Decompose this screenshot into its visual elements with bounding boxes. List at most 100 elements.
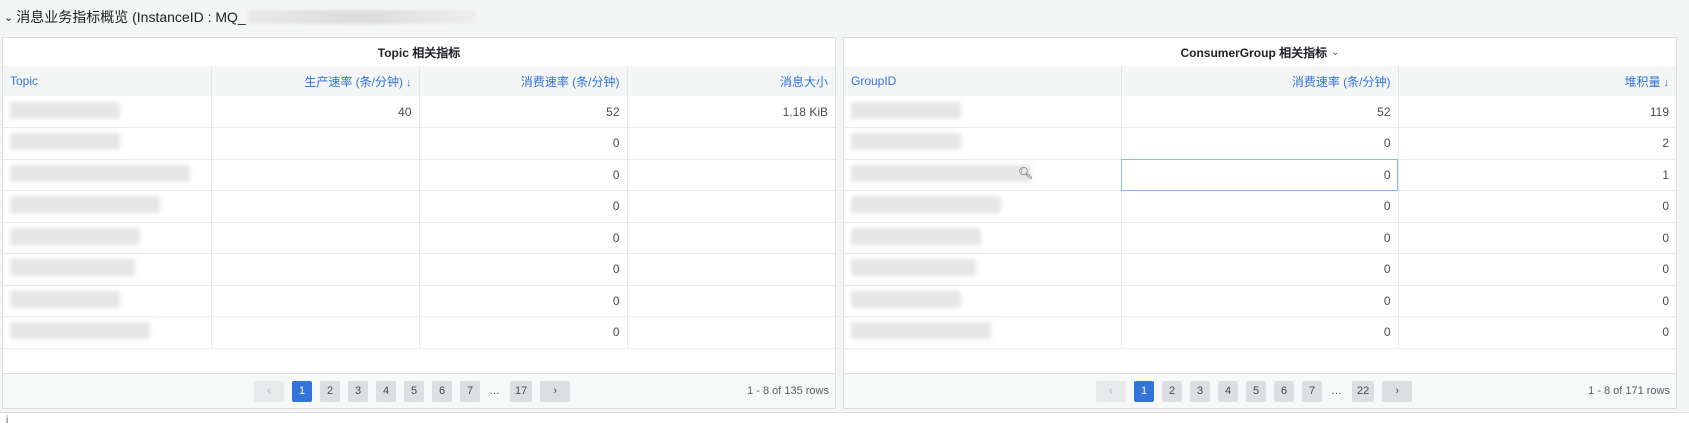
- table-row[interactable]: 0: [3, 253, 835, 286]
- redacted-name: [851, 322, 991, 340]
- table-row[interactable]: 52 119: [844, 96, 1676, 128]
- page-button[interactable]: 3: [1190, 380, 1210, 402]
- column-header-consume-rate[interactable]: 消费速率 (条/分钟): [1121, 66, 1399, 96]
- topic-panel-title[interactable]: Topic 相关指标: [378, 44, 460, 61]
- pagination: ‹ 1 2 3 4 5 6 7 … 22 › 1 - 8 of 171 rows: [844, 373, 1676, 408]
- row-title-text: 消息业务指标概览 (InstanceID : MQ_: [16, 9, 246, 25]
- page-button[interactable]: 2: [320, 380, 340, 402]
- page-button[interactable]: 4: [376, 380, 396, 402]
- page-button[interactable]: 7: [1302, 380, 1322, 402]
- table-row[interactable]: 00: [844, 253, 1676, 285]
- table-cell: 0: [1121, 285, 1399, 317]
- table-row[interactable]: 0: [3, 159, 835, 191]
- table-cell: [627, 159, 835, 191]
- panel-title[interactable]: Topic 相关指标: [3, 38, 835, 66]
- row-header[interactable]: ⌄ 消息业务指标概览 (InstanceID : MQ_: [0, 0, 1689, 34]
- topic-metrics-panel: Topic 相关指标 Topic 生产速率 (条/分钟) ↓ 消费速率 (条/分钟…: [2, 37, 836, 409]
- table-row[interactable]: 0: [3, 285, 835, 317]
- page-button[interactable]: 1: [292, 380, 312, 402]
- page-button[interactable]: 6: [432, 380, 452, 402]
- table-row[interactable]: 0: [3, 127, 835, 160]
- table-row[interactable]: 40 52 1.18 KiB: [3, 96, 835, 128]
- table-cell: 0: [1662, 199, 1669, 214]
- redacted-name: [851, 227, 981, 245]
- column-header-topic[interactable]: Topic: [3, 66, 212, 96]
- page-button[interactable]: 5: [404, 380, 424, 402]
- table-row[interactable]: 00: [844, 190, 1676, 222]
- column-header-message-size[interactable]: 消息大小: [627, 66, 835, 96]
- page-button[interactable]: 3: [348, 380, 368, 402]
- column-header-produce-rate[interactable]: 生产速率 (条/分钟) ↓: [211, 66, 420, 96]
- table-cell: [211, 222, 420, 254]
- cell-name-redacted: [3, 127, 212, 159]
- table-row[interactable]: 0: [3, 190, 835, 223]
- table-row[interactable]: 02: [844, 127, 1676, 159]
- redacted-name: [851, 133, 961, 151]
- consumer-group-metrics-panel: ConsumerGroup 相关指标 ⌄ GroupID 消费速率 (条/分钟)…: [843, 37, 1677, 409]
- page-button[interactable]: 7: [460, 380, 480, 402]
- redacted-name: [10, 101, 120, 119]
- prev-page-button[interactable]: ‹: [1096, 380, 1126, 402]
- table-cell: [627, 254, 835, 286]
- next-panel: i: [0, 412, 1689, 432]
- chevron-down-icon[interactable]: ⌄: [4, 11, 13, 24]
- chevron-down-icon[interactable]: ⌄: [1331, 47, 1339, 58]
- table-row[interactable]: 0: [3, 222, 835, 254]
- table-header-row: Topic 生产速率 (条/分钟) ↓ 消费速率 (条/分钟) 消息大小: [3, 66, 835, 96]
- redacted-name: [851, 290, 961, 308]
- page-button[interactable]: 17: [510, 380, 533, 402]
- page-button[interactable]: 2: [1162, 380, 1182, 402]
- page-button[interactable]: 6: [1274, 380, 1294, 402]
- redacted-name: [10, 322, 150, 340]
- cell-name-redacted: [844, 127, 1122, 159]
- redacted-name: [851, 196, 1001, 214]
- table-cell: 0: [419, 316, 628, 348]
- cell-name-redacted: [3, 316, 212, 348]
- redacted-name: [10, 227, 140, 245]
- table-row[interactable]: 00: [844, 222, 1676, 254]
- pagination: ‹ 1 2 3 4 5 6 7 … 17 › 1 - 8 of 135 rows: [3, 373, 835, 408]
- sort-down-arrow-icon: ↓: [406, 76, 412, 89]
- info-icon[interactable]: i: [6, 415, 8, 426]
- table-cell: [627, 191, 835, 223]
- column-label: 生产速率 (条/分钟): [304, 74, 403, 89]
- panel-title[interactable]: ConsumerGroup 相关指标 ⌄: [844, 38, 1676, 66]
- table-row[interactable]: 00: [844, 316, 1676, 348]
- page-button[interactable]: 4: [1218, 380, 1238, 402]
- column-header-backlog[interactable]: 堆积量 ↓: [1398, 66, 1676, 96]
- next-page-button[interactable]: ›: [1382, 380, 1413, 402]
- table-row[interactable]: 00: [844, 285, 1676, 317]
- table-cell: 0: [419, 159, 628, 191]
- prev-page-button[interactable]: ‹: [254, 380, 284, 402]
- cell-name-redacted: [3, 222, 212, 254]
- table-cell: 0: [1662, 262, 1669, 277]
- page-button[interactable]: 22: [1352, 380, 1375, 402]
- cell-name-redacted: [3, 190, 212, 222]
- group-panel-title[interactable]: ConsumerGroup 相关指标: [1180, 44, 1327, 61]
- table-cell: [211, 316, 420, 348]
- page-button[interactable]: 5: [1246, 380, 1266, 402]
- cell-name-redacted: [844, 96, 1122, 128]
- cell-name-redacted: [3, 285, 212, 317]
- group-table: GroupID 消费速率 (条/分钟) 堆积量 ↓ 52 119 0 2 0 1 0 0 0 0 0 0…: [844, 66, 1676, 349]
- redacted-name: [10, 259, 135, 277]
- table-cell: [211, 127, 420, 159]
- table-cell: [627, 128, 835, 160]
- pagination-info: 1 - 8 of 135 rows: [747, 385, 829, 397]
- table-row[interactable]: 01: [844, 159, 1676, 191]
- table-row[interactable]: 0: [3, 316, 835, 348]
- table-cell: 0: [419, 285, 628, 317]
- magnify-icon[interactable]: 🔍︎: [1018, 166, 1033, 180]
- sort-down-arrow-icon: ↓: [1663, 76, 1670, 89]
- table-cell: 0: [1121, 159, 1399, 191]
- column-header-group-id[interactable]: GroupID: [844, 66, 1122, 96]
- redacted-name: [10, 290, 120, 308]
- next-page-button[interactable]: ›: [540, 380, 571, 402]
- table-header-row: GroupID 消费速率 (条/分钟) 堆积量 ↓: [844, 66, 1676, 96]
- column-header-consume-rate[interactable]: 消费速率 (条/分钟): [419, 66, 628, 96]
- cell-name-redacted: [3, 253, 212, 285]
- table-cell: 52: [419, 96, 628, 128]
- table-cell: 0: [1662, 293, 1669, 308]
- table-cell: 0: [419, 222, 628, 254]
- page-button[interactable]: 1: [1134, 380, 1154, 402]
